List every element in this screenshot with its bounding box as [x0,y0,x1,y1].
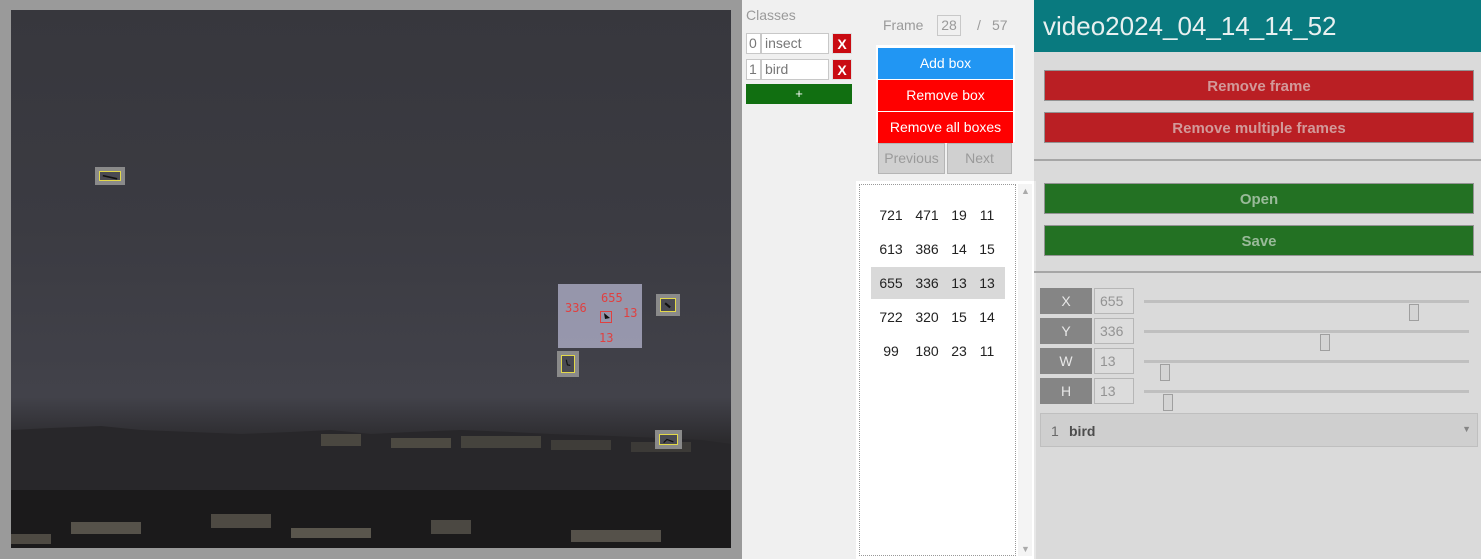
box-w: 13 [951,275,967,291]
box-y: 320 [915,309,939,325]
selected-bounding-box[interactable]: 655 336 13 13 [558,284,642,348]
box-x: 721 [879,207,903,223]
frame-number-input[interactable]: 28 [937,15,961,36]
box-w: 19 [951,207,967,223]
open-button[interactable]: Open [1044,183,1474,214]
box-list-item[interactable]: 722 320 15 14 [871,301,1005,333]
h-slider-thumb[interactable] [1162,394,1173,411]
bounding-box[interactable] [655,430,682,449]
y-coordinate-row: Y 336 [1040,318,1480,351]
x-coordinate-row: X 655 [1040,288,1480,321]
class-select-index: 1 [1051,423,1059,439]
box-x: 99 [883,343,899,359]
image-viewer[interactable]: 655 336 13 13 [0,0,742,559]
previous-button[interactable]: Previous [878,143,945,174]
box-list-item[interactable]: 613 386 14 15 [871,233,1005,265]
frame-separator: / [977,17,981,33]
add-class-button[interactable]: + [746,84,852,104]
box-x: 655 [879,275,903,291]
class-select-name: bird [1069,423,1096,439]
w-label: W [1040,348,1092,374]
class-name-input[interactable]: insect [761,33,829,54]
w-coordinate-row: W 13 [1040,348,1480,381]
bird-icon [604,313,610,319]
next-button[interactable]: Next [947,143,1012,174]
video-title: video2024_04_14_14_52 [1043,11,1337,41]
class-index: 0 [746,33,761,54]
box-h: 15 [979,241,995,257]
divider [1034,271,1481,273]
box-list-items: 721 471 19 11 613 386 14 15 655 336 13 1… [859,184,1016,556]
save-button[interactable]: Save [1044,225,1474,256]
selected-box-x-label: 655 [601,291,623,305]
box-y: 180 [915,343,939,359]
class-index: 1 [746,59,761,80]
y-value-input[interactable]: 336 [1094,318,1134,344]
delete-class-button[interactable]: X [832,33,852,54]
box-list[interactable]: 721 471 19 11 613 386 14 15 655 336 13 1… [856,181,1036,559]
bounding-box[interactable] [656,294,680,316]
classes-title: Classes [746,7,796,23]
box-y: 336 [915,275,939,291]
class-row: 0 insect X [746,33,852,54]
x-slider[interactable] [1144,300,1469,321]
h-coordinate-row: H 13 [1040,378,1480,411]
remove-multiple-frames-button[interactable]: Remove multiple frames [1044,112,1474,143]
box-y: 386 [915,241,939,257]
class-select[interactable]: 1 bird ▼ [1040,413,1478,447]
h-value-input[interactable]: 13 [1094,378,1134,404]
y-slider[interactable] [1144,330,1469,351]
y-label: Y [1040,318,1092,344]
divider [1034,159,1481,161]
box-h: 11 [979,207,995,223]
selected-box-y-label: 336 [565,301,587,315]
selected-box-h-label: 13 [599,331,614,345]
remove-all-boxes-button[interactable]: Remove all boxes [878,112,1013,143]
remove-box-button[interactable]: Remove box [878,80,1013,111]
w-value-input[interactable]: 13 [1094,348,1134,374]
box-list-scrollbar[interactable]: ▲ ▼ [1018,184,1032,556]
x-value-input[interactable]: 655 [1094,288,1134,314]
h-slider[interactable] [1144,390,1469,411]
scroll-down-icon[interactable]: ▼ [1021,544,1030,554]
w-slider[interactable] [1144,360,1469,381]
title-bar: video2024_04_14_14_52 [1034,0,1481,52]
scroll-up-icon[interactable]: ▲ [1021,186,1030,196]
bounding-box[interactable] [557,351,579,377]
bounding-box[interactable] [95,167,125,185]
remove-frame-button[interactable]: Remove frame [1044,70,1474,101]
add-box-button[interactable]: Add box [878,48,1013,79]
frame-label: Frame [883,17,924,33]
class-row: 1 bird X [746,59,852,80]
box-h: 11 [979,343,995,359]
box-h: 14 [979,309,995,325]
frame-total: 57 [992,17,1008,33]
box-x: 613 [879,241,903,257]
selected-box-w-label: 13 [623,306,638,320]
box-w: 23 [951,343,967,359]
chevron-down-icon[interactable]: ▼ [1462,424,1471,434]
video-frame[interactable]: 655 336 13 13 [11,10,731,548]
box-y: 471 [915,207,939,223]
box-list-item[interactable]: 721 471 19 11 [871,199,1005,231]
delete-class-button[interactable]: X [832,59,852,80]
box-list-item-selected[interactable]: 655 336 13 13 [871,267,1005,299]
class-name-input[interactable]: bird [761,59,829,80]
box-w: 14 [951,241,967,257]
x-label: X [1040,288,1092,314]
box-x: 722 [879,309,903,325]
box-buttons-group: Add box Remove box Remove all boxes [876,45,1015,143]
box-h: 13 [979,275,995,291]
city-skyline-image [11,426,731,548]
box-list-item[interactable]: 99 180 23 11 [871,335,1005,367]
box-w: 15 [951,309,967,325]
h-label: H [1040,378,1092,404]
